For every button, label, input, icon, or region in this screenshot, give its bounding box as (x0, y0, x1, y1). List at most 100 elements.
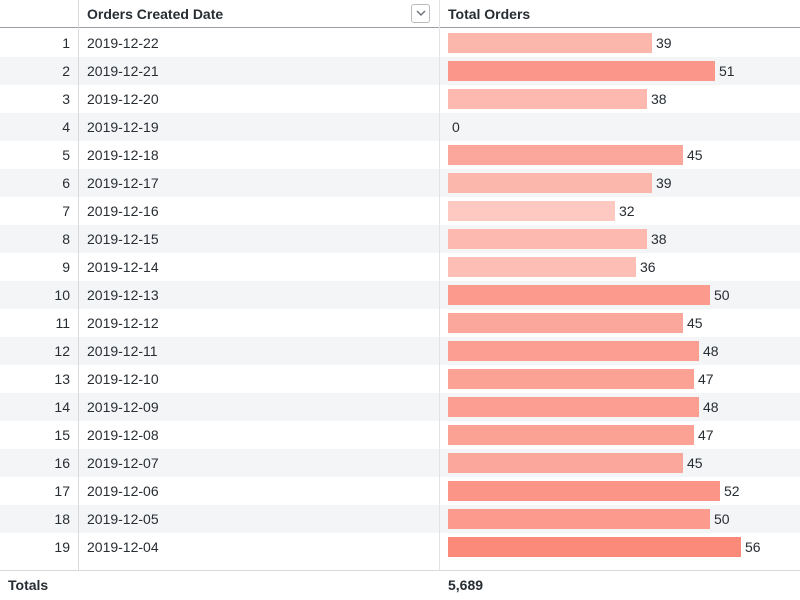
row-date: 2019-12-21 (87, 63, 159, 79)
orders-table: Orders Created Date Total Orders 1 2019-1… (0, 0, 800, 600)
total-orders-bar (448, 481, 720, 501)
table-row[interactable]: 2 2019-12-21 51 (0, 57, 800, 85)
row-date: 2019-12-08 (87, 427, 159, 443)
row-date: 2019-12-15 (87, 231, 159, 247)
row-date: 2019-12-11 (87, 343, 158, 359)
row-index: 3 (62, 91, 70, 107)
total-orders-value: 56 (745, 539, 761, 555)
row-index: 11 (55, 315, 70, 331)
row-date: 2019-12-19 (87, 119, 159, 135)
row-index: 12 (54, 343, 70, 359)
row-date: 2019-12-05 (87, 511, 159, 527)
total-orders-value: 32 (619, 203, 635, 219)
total-orders-value: 38 (651, 91, 667, 107)
row-index: 5 (62, 147, 70, 163)
table-row[interactable]: 17 2019-12-06 52 (0, 477, 800, 505)
row-date: 2019-12-06 (87, 483, 159, 499)
total-orders-bar (448, 89, 647, 109)
row-index: 19 (54, 539, 70, 555)
row-index: 10 (54, 287, 70, 303)
total-orders-bar (448, 145, 683, 165)
total-orders-bar (448, 313, 683, 333)
total-orders-value: 39 (656, 175, 672, 191)
table-row[interactable]: 14 2019-12-09 48 (0, 393, 800, 421)
total-orders-value: 45 (687, 147, 703, 163)
row-index: 18 (54, 511, 70, 527)
chevron-down-icon (416, 10, 426, 16)
total-orders-bar (448, 537, 741, 557)
total-orders-value: 0 (452, 119, 460, 135)
row-date: 2019-12-13 (87, 287, 159, 303)
column-header-total-orders[interactable]: Total Orders (448, 0, 530, 28)
total-orders-bar (448, 369, 694, 389)
row-date: 2019-12-09 (87, 399, 159, 415)
table-row[interactable]: 13 2019-12-10 47 (0, 365, 800, 393)
row-date: 2019-12-17 (87, 175, 159, 191)
table-row[interactable]: 7 2019-12-16 32 (0, 197, 800, 225)
column-header-orders-created-date[interactable]: Orders Created Date (87, 0, 223, 28)
total-orders-bar (448, 453, 683, 473)
row-date: 2019-12-18 (87, 147, 159, 163)
table-row[interactable]: 5 2019-12-18 45 (0, 141, 800, 169)
total-orders-value: 45 (687, 455, 703, 471)
total-orders-value: 50 (714, 287, 730, 303)
total-orders-value: 45 (687, 315, 703, 331)
total-orders-bar (448, 397, 699, 417)
row-index: 6 (62, 175, 70, 191)
total-orders-bar (448, 173, 652, 193)
row-date: 2019-12-16 (87, 203, 159, 219)
row-index: 16 (54, 455, 70, 471)
table-row[interactable]: 3 2019-12-20 38 (0, 85, 800, 113)
row-index: 2 (62, 63, 70, 79)
row-date: 2019-12-10 (87, 371, 159, 387)
table-row[interactable]: 1 2019-12-22 39 (0, 29, 800, 57)
row-date: 2019-12-12 (87, 315, 159, 331)
row-index: 1 (62, 35, 70, 51)
table-row[interactable]: 12 2019-12-11 48 (0, 337, 800, 365)
totals-label: Totals (8, 577, 49, 593)
table-row[interactable]: 11 2019-12-12 45 (0, 309, 800, 337)
table-body: 1 2019-12-22 39 2 2019-12-21 51 3 2019-12-20 38 4… (0, 29, 800, 570)
row-index: 9 (62, 259, 70, 275)
column-divider[interactable] (78, 0, 79, 600)
totals-row: Totals 5,689 (0, 570, 800, 600)
table-row[interactable]: 15 2019-12-08 47 (0, 421, 800, 449)
table-row[interactable]: 16 2019-12-07 45 (0, 449, 800, 477)
table-row[interactable]: 6 2019-12-17 39 (0, 169, 800, 197)
total-orders-bar (448, 425, 694, 445)
total-orders-value: 47 (698, 371, 714, 387)
total-orders-value: 48 (703, 399, 719, 415)
total-orders-bar (448, 257, 636, 277)
total-orders-bar (448, 285, 710, 305)
total-orders-value: 51 (719, 63, 735, 79)
row-index: 15 (54, 427, 70, 443)
row-index: 4 (62, 119, 70, 135)
table-row[interactable]: 4 2019-12-19 0 (0, 113, 800, 141)
total-orders-value: 47 (698, 427, 714, 443)
column-divider[interactable] (439, 0, 440, 600)
total-orders-value: 50 (714, 511, 730, 527)
table-row[interactable]: 18 2019-12-05 50 (0, 505, 800, 533)
row-date: 2019-12-04 (87, 539, 159, 555)
table-row[interactable]: 10 2019-12-13 50 (0, 281, 800, 309)
row-date: 2019-12-14 (87, 259, 159, 275)
total-orders-bar (448, 61, 715, 81)
table-row[interactable]: 8 2019-12-15 38 (0, 225, 800, 253)
row-date: 2019-12-07 (87, 455, 159, 471)
total-orders-bar (448, 229, 647, 249)
column-menu-button[interactable] (411, 4, 430, 23)
total-orders-value: 52 (724, 483, 740, 499)
total-orders-value: 36 (640, 259, 656, 275)
total-orders-bar (448, 33, 652, 53)
row-date: 2019-12-20 (87, 91, 159, 107)
total-orders-value: 39 (656, 35, 672, 51)
table-header: Orders Created Date Total Orders (0, 0, 800, 28)
total-orders-bar (448, 509, 710, 529)
row-index: 7 (62, 203, 70, 219)
total-orders-value: 48 (703, 343, 719, 359)
table-row[interactable]: 19 2019-12-04 56 (0, 533, 800, 561)
total-orders-value: 38 (651, 231, 667, 247)
totals-value: 5,689 (448, 577, 484, 593)
row-index: 13 (54, 371, 70, 387)
table-row[interactable]: 9 2019-12-14 36 (0, 253, 800, 281)
